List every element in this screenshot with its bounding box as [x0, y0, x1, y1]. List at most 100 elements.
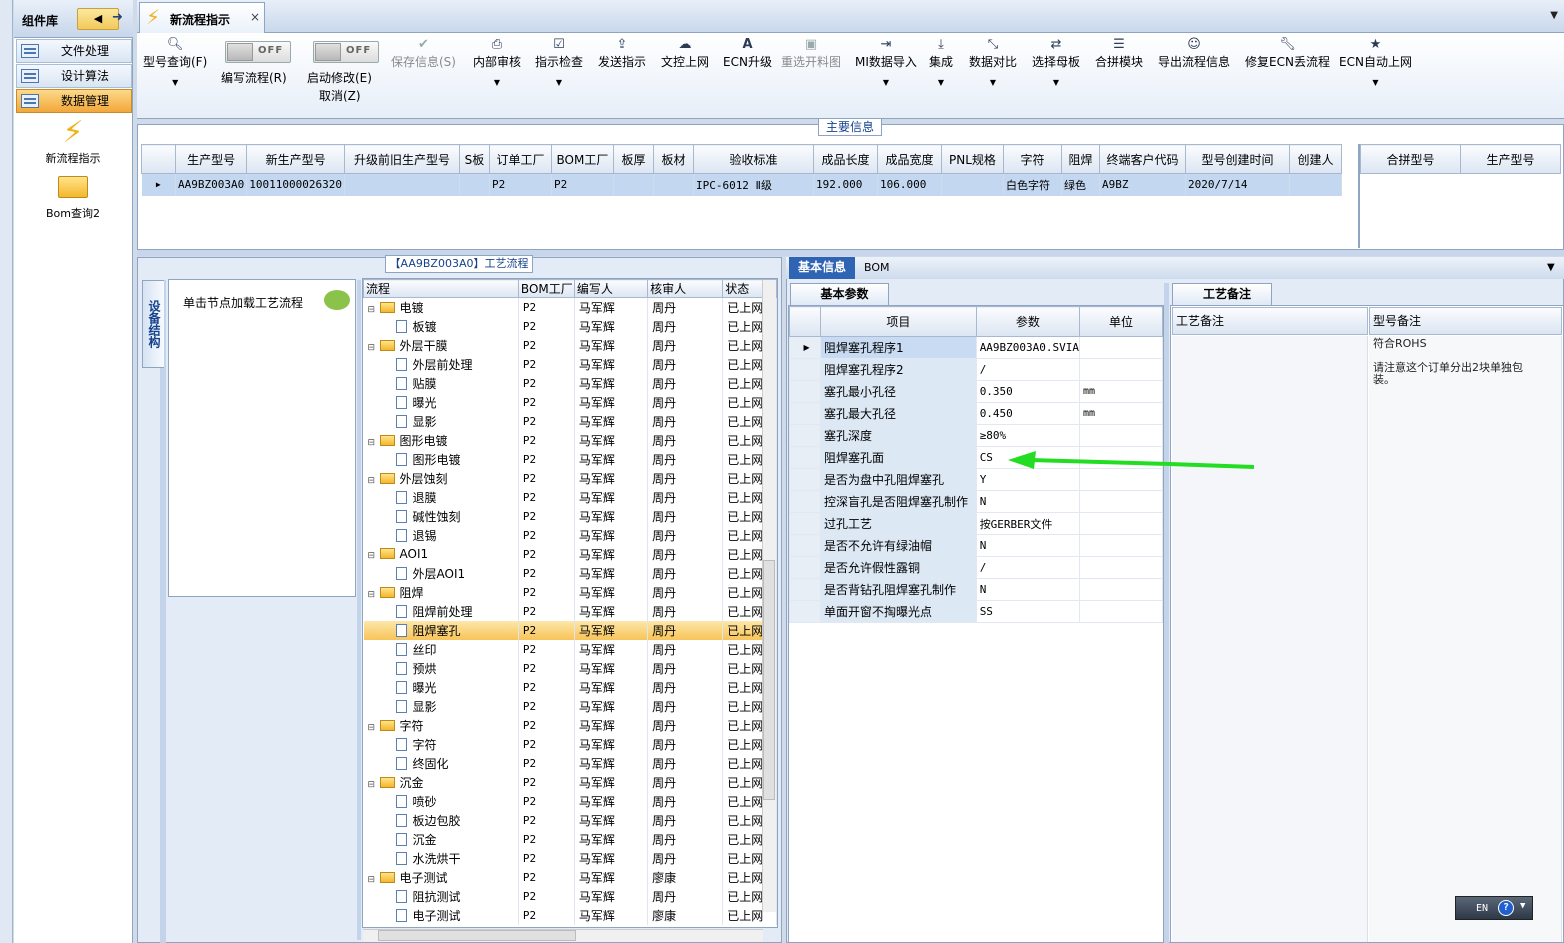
collapse-icon[interactable]: ⊟ — [368, 476, 377, 486]
table-cell[interactable]: 10011000026320 — [246, 173, 345, 196]
column-header[interactable]: 板厚 — [612, 144, 654, 174]
tree-node[interactable]: 曝光 — [363, 677, 519, 697]
chevron-down-icon[interactable]: ▼ — [929, 78, 953, 87]
table-cell[interactable] — [613, 173, 654, 196]
column-header[interactable]: 单位 — [1079, 306, 1163, 337]
collapse-icon[interactable]: ⊟ — [368, 438, 377, 448]
param-value[interactable]: / — [975, 556, 1081, 579]
column-header[interactable]: PNL规格 — [940, 144, 1004, 174]
ime-widget[interactable]: EN ? ▼ — [1455, 896, 1533, 920]
tree-row[interactable]: 外层AOI1 P2 马军辉 周丹 已上网 — [363, 563, 777, 583]
column-header[interactable]: 阻焊 — [1060, 144, 1100, 174]
column-header[interactable]: 创建人 — [1288, 144, 1342, 174]
tree-row[interactable]: 电子测试 P2 马军辉 廖康 已上网 — [363, 905, 777, 925]
tree-node[interactable]: 终固化 — [363, 753, 519, 773]
column-header[interactable]: 板材 — [652, 144, 694, 174]
collapse-icon[interactable]: ⊟ — [368, 551, 377, 561]
repair-ecn-button[interactable]: 🔧︎ 修复ECN丢流程 — [1245, 37, 1330, 70]
chevron-down-icon[interactable]: ▼ — [1032, 78, 1080, 87]
tree-node[interactable]: 板镀 — [363, 316, 519, 336]
table-cell[interactable] — [1289, 173, 1342, 196]
table-cell[interactable] — [344, 173, 460, 196]
tree-node[interactable]: ⊟ 外层蚀刻 — [363, 468, 519, 488]
table-cell[interactable]: 106.000 — [877, 173, 942, 196]
mi-import-button[interactable]: ⇥ MI数据导入 ▼ — [855, 37, 917, 87]
param-value[interactable]: SS — [975, 600, 1081, 623]
tree-node[interactable]: 显影 — [363, 411, 519, 431]
tree-row[interactable]: 阻抗测试 P2 马军辉 周丹 已上网 — [363, 886, 777, 906]
column-header[interactable]: 新生产型号 — [246, 144, 345, 174]
tree-row[interactable]: ⊟ 沉金 P2 马军辉 周丹 已上网 — [363, 772, 777, 792]
tab-process-remarks[interactable]: 工艺备注 — [1172, 283, 1272, 305]
tree-node[interactable]: 预烘 — [363, 658, 519, 678]
nav-item-data[interactable]: 数据管理 — [16, 89, 132, 113]
param-value[interactable]: 按GERBER文件 — [975, 512, 1081, 535]
ecn-upgrade-button[interactable]: A ECN升级 — [723, 37, 772, 70]
column-header[interactable]: BOM工厂 — [517, 279, 575, 298]
tree-row[interactable]: 碱性蚀刻 P2 马军辉 周丹 已上网 — [363, 506, 777, 526]
chevron-down-icon[interactable]: ▼ — [143, 78, 207, 87]
tree-row[interactable]: 水洗烘干 P2 马军辉 周丹 已上网 — [363, 848, 777, 868]
tree-row[interactable]: 阻焊前处理 P2 马军辉 周丹 已上网 — [363, 601, 777, 621]
column-header[interactable]: 验收标准 — [692, 144, 814, 174]
tree-row[interactable]: 曝光 P2 马军辉 周丹 已上网 — [363, 392, 777, 412]
tree-row[interactable]: 图形电镀 P2 马军辉 周丹 已上网 — [363, 449, 777, 469]
tree-row[interactable]: ⊟ AOI1 P2 马军辉 周丹 已上网 — [363, 544, 777, 564]
table-cell[interactable]: P2 — [551, 173, 614, 196]
tree-node[interactable]: ⊟ AOI1 — [363, 544, 519, 564]
column-header[interactable]: 终端客户代码 — [1098, 144, 1186, 174]
column-header[interactable]: 成品宽度 — [876, 144, 942, 174]
tree-row[interactable]: 板边包胶 P2 马军辉 周丹 已上网 — [363, 810, 777, 830]
hint-panel[interactable]: 单击节点加载工艺流程 — [168, 279, 356, 597]
chevron-down-icon[interactable]: ▼ — [1550, 10, 1558, 21]
collapse-icon[interactable]: ⊟ — [368, 780, 377, 790]
param-row[interactable]: 塞孔深度 ≥80% — [788, 424, 1163, 447]
tree-row[interactable]: ⊟ 阻焊 P2 马军辉 周丹 已上网 — [363, 582, 777, 602]
param-value[interactable]: N — [975, 578, 1081, 601]
start-modify-toggle[interactable]: OFF — [313, 41, 379, 63]
tree-node[interactable]: 图形电镀 — [363, 449, 519, 469]
column-header[interactable]: 合拼型号 — [1360, 144, 1461, 174]
table-cell[interactable]: 192.000 — [813, 173, 878, 196]
column-header[interactable]: 生产型号 — [174, 144, 248, 174]
tool-new-process[interactable]: ⚡ 新流程指示 — [30, 116, 116, 166]
tree-row[interactable]: 显影 P2 马军辉 周丹 已上网 — [363, 696, 777, 716]
data-compare-button[interactable]: ⤡ 数据对比 ▼ — [969, 37, 1017, 87]
process-tree-grid[interactable]: 流程 BOM工厂 编写人 核审人 状态 ⊟ 电镀 P2 马军辉 周丹 已上网 板镀 P2 马军辉 周丹 已上… — [362, 278, 778, 928]
tree-node[interactable]: ⊟ 沉金 — [363, 772, 519, 792]
tree-node[interactable]: 电子测试 — [363, 905, 519, 925]
tree-node[interactable]: 板边包胶 — [363, 810, 519, 830]
tree-row[interactable]: 退膜 P2 马军辉 周丹 已上网 — [363, 487, 777, 507]
param-value[interactable]: AA9BZ003A0.SVIA — [975, 336, 1081, 359]
tree-row[interactable]: 板镀 P2 马军辉 周丹 已上网 — [363, 316, 777, 336]
tree-node[interactable]: 阻焊塞孔 — [363, 620, 519, 640]
write-process-toggle[interactable]: OFF — [225, 41, 291, 63]
tree-row[interactable]: 显影 P2 马军辉 周丹 已上网 — [363, 411, 777, 431]
column-header[interactable]: S板 — [458, 144, 490, 174]
tree-row[interactable]: 丝印 P2 马军辉 周丹 已上网 — [363, 639, 777, 659]
tree-node[interactable]: 丝印 — [363, 639, 519, 659]
tree-node[interactable]: 阻抗测试 — [363, 886, 519, 906]
tree-node[interactable]: 外层前处理 — [363, 354, 519, 374]
chevron-down-icon[interactable]: ▼ — [1339, 78, 1412, 87]
column-header[interactable]: 型号创建时间 — [1184, 144, 1290, 174]
reselect-cut-chart-button[interactable]: ▣ 重选开料图 — [781, 37, 841, 70]
param-value[interactable]: ≥80% — [975, 424, 1081, 447]
column-header[interactable]: 核审人 — [647, 279, 724, 298]
table-cell[interactable] — [941, 173, 1004, 196]
vertical-splitter[interactable] — [1164, 283, 1169, 943]
tree-node[interactable]: 水洗烘干 — [363, 848, 519, 868]
param-row[interactable]: 塞孔最小孔径 0.350 mm — [788, 380, 1163, 403]
param-row[interactable]: 是否背钻孔阻焊塞孔制作 N — [788, 578, 1163, 601]
close-icon[interactable]: × — [250, 10, 260, 24]
chevron-down-icon[interactable]: ▼ — [473, 78, 521, 87]
tree-row[interactable]: ⊟ 外层蚀刻 P2 马军辉 周丹 已上网 — [363, 468, 777, 488]
save-info-button[interactable]: ✔ 保存信息(S) — [391, 37, 456, 70]
column-header[interactable]: 字符 — [1002, 144, 1062, 174]
table-cell[interactable]: 白色字符 — [1003, 173, 1062, 196]
column-header[interactable]: 生产型号 — [1460, 144, 1561, 174]
param-row[interactable]: 过孔工艺 按GERBER文件 — [788, 512, 1163, 535]
table-cell[interactable]: AA9BZ003A0 — [175, 173, 248, 196]
table-cell[interactable]: IPC-6012 Ⅱ级 — [693, 173, 814, 196]
param-row[interactable]: 单面开窗不掏曝光点 SS — [788, 600, 1163, 623]
